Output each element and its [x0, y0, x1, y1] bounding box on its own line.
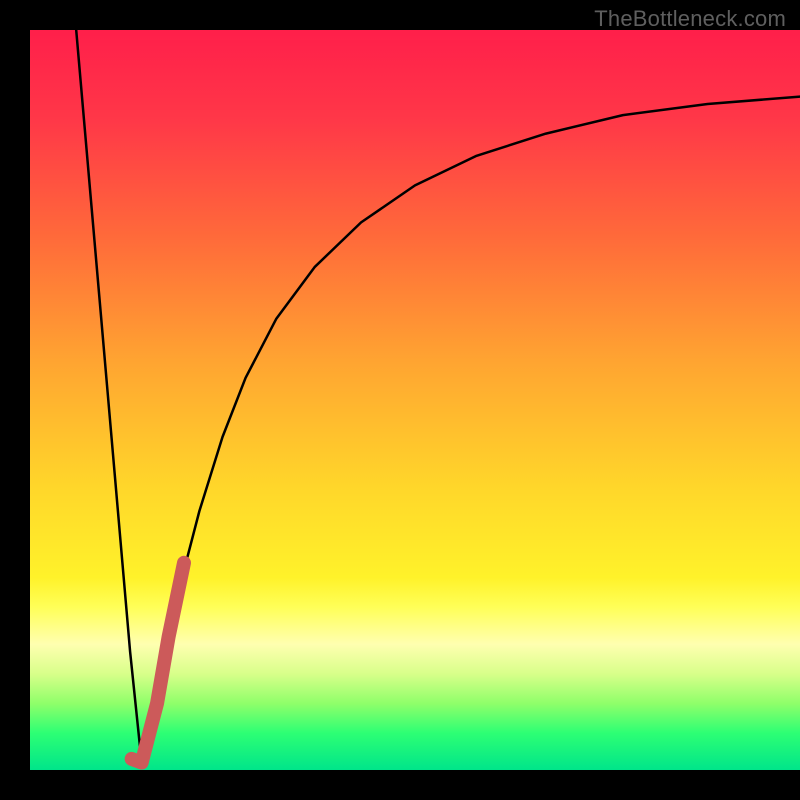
chart-frame: TheBottleneck.com: [0, 0, 800, 800]
bottleneck-curve: [76, 30, 800, 763]
plot-area: [30, 30, 800, 770]
curve-layer: [30, 30, 800, 770]
watermark-text: TheBottleneck.com: [594, 6, 786, 32]
